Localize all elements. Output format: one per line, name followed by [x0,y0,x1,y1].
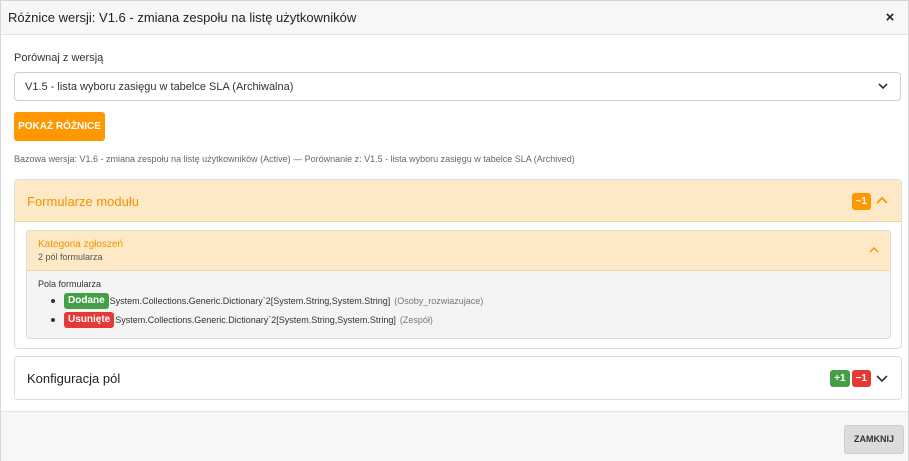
version-diff-dialog: Różnice wersji: V1.6 - zmiana zespołu na… [0,0,909,461]
dialog-content: Porównaj z wersją V1.5 - lista wyboru za… [1,36,908,411]
module-forms-title: Formularze modułu [27,194,139,209]
chevron-up-icon[interactable] [875,194,889,208]
field-config-badges: +1 −1 [830,369,889,387]
field-alias: (Osoby_rozwiazujace) [394,296,484,306]
module-forms-panel: Formularze modułu ~1 Kategoria zgłoszeń … [14,179,902,349]
compare-version-select[interactable]: V1.5 - lista wyboru zasięgu w tabelce SL… [14,72,901,101]
list-item: Usunięte System.Collections.Generic.Dict… [51,312,433,328]
module-forms-badges: ~1 [851,192,889,210]
dialog-title: Różnice wersji: V1.6 - zmiana zespołu na… [8,10,357,25]
field-config-header[interactable]: Konfiguracja pól +1 −1 [15,357,901,399]
show-differences-button[interactable]: POKAŻ RÓŻNICE [14,112,105,141]
bullet-icon [51,299,55,303]
version-info-line: Bazowa wersja: V1.6 - zmiana zespołu na … [14,154,575,164]
removed-tag: Usunięte [64,312,115,328]
fields-label: Pola formularza [38,279,102,289]
field-alias: (Zespół) [399,315,433,325]
chevron-down-icon [878,83,888,90]
category-subpanel-header[interactable]: Kategoria zgłoszeń 2 pól formularza [27,231,890,271]
category-field-count: 2 pól formularza [38,252,103,262]
field-name: System.Collections.Generic.Dictionary`2[… [109,296,391,306]
module-forms-header[interactable]: Formularze modułu ~1 [15,180,901,222]
added-tag: Dodane [64,293,109,309]
list-item: Dodane System.Collections.Generic.Dictio… [51,293,483,309]
field-name: System.Collections.Generic.Dictionary`2[… [115,315,396,325]
compare-version-value: V1.5 - lista wyboru zasięgu w tabelce SL… [25,81,294,93]
removed-count-badge: −1 [851,369,871,387]
dialog-titlebar: Różnice wersji: V1.6 - zmiana zespołu na… [1,1,908,35]
category-title: Kategoria zgłoszeń [38,239,124,250]
chevron-down-icon[interactable] [875,371,889,385]
changed-count-badge: ~1 [851,192,871,210]
category-subpanel: Kategoria zgłoszeń 2 pól formularza Pola… [26,230,891,339]
field-config-panel: Konfiguracja pól +1 −1 [14,356,902,400]
close-icon[interactable]: × [882,10,898,26]
bullet-icon [51,318,55,322]
dialog-footer: ZAMKNIJ [1,411,908,461]
close-button[interactable]: ZAMKNIJ [844,425,904,454]
added-count-badge: +1 [830,369,850,387]
compare-label: Porównaj z wersją [14,52,104,64]
field-config-title: Konfiguracja pól [27,371,121,386]
chevron-up-icon[interactable] [868,244,880,256]
